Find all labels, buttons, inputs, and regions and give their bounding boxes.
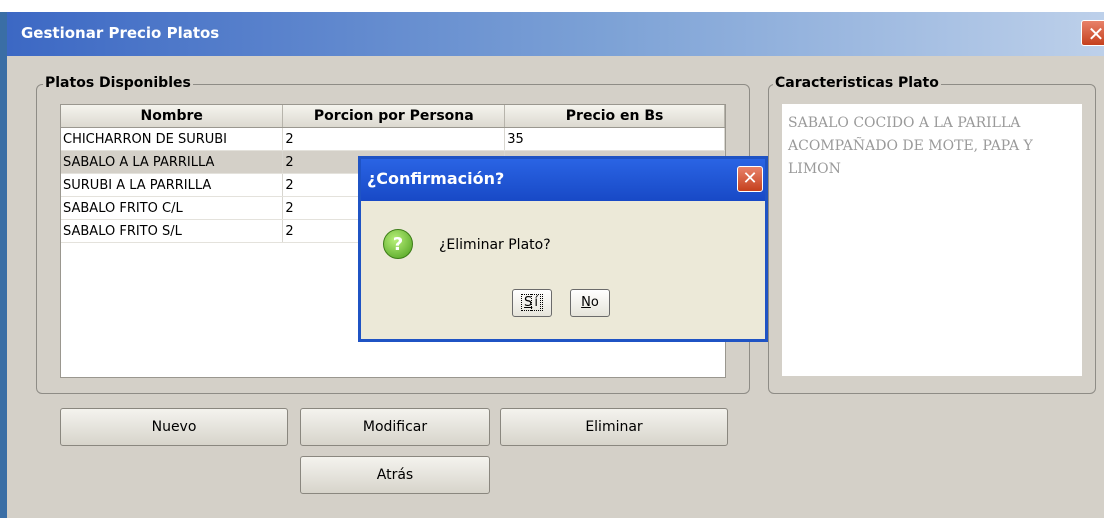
cell-nombre: SURUBI A LA PARRILLA (61, 173, 284, 197)
title-bar: Gestionar Precio Platos ✕ (7, 12, 1104, 56)
caracteristicas-textarea[interactable]: SABALO COCIDO A LA PARILLA ACOMPAÑADO DE… (782, 104, 1082, 376)
no-button[interactable]: No (570, 289, 610, 317)
cell-porcion: 2 (282, 127, 506, 151)
column-header-porcion[interactable]: Porcion por Persona (282, 105, 506, 128)
close-icon: ✕ (742, 168, 758, 189)
atras-button[interactable]: Atrás (300, 456, 490, 494)
table-row[interactable]: CHICHARRON DE SURUBI 2 35 (61, 127, 725, 151)
cell-nombre: SABALO A LA PARRILLA (61, 150, 284, 174)
platos-disponibles-legend: Platos Disponibles (43, 75, 193, 91)
dialog-message: ¿Eliminar Plato? (439, 237, 551, 253)
yes-label-rest: í (531, 294, 541, 311)
window-close-button[interactable]: ✕ (1081, 20, 1104, 46)
cell-nombre: SABALO FRITO S/L (61, 219, 284, 243)
yes-label: Sí (521, 294, 543, 311)
column-header-nombre[interactable]: Nombre (61, 105, 284, 128)
cell-nombre: CHICHARRON DE SURUBI (61, 127, 284, 151)
confirm-dialog: ¿Confirmación? ✕ ? ¿Eliminar Plato? Sí N… (358, 156, 768, 342)
modificar-button[interactable]: Modificar (300, 408, 490, 446)
dialog-title-bar: ¿Confirmación? ✕ (361, 159, 765, 201)
window-title: Gestionar Precio Platos (21, 24, 220, 42)
close-icon: ✕ (1087, 22, 1104, 46)
eliminar-button[interactable]: Eliminar (500, 408, 728, 446)
question-icon: ? (383, 229, 413, 259)
no-label-rest: o (590, 295, 599, 310)
caracteristicas-legend: Caracteristicas Plato (773, 75, 941, 91)
window-left-edge (0, 12, 7, 518)
cell-precio: 35 (504, 127, 725, 151)
cell-nombre: SABALO FRITO C/L (61, 196, 284, 220)
column-header-precio[interactable]: Precio en Bs (504, 105, 725, 128)
no-label: No (581, 295, 599, 310)
nuevo-button[interactable]: Nuevo (60, 408, 288, 446)
dialog-close-button[interactable]: ✕ (737, 166, 763, 192)
yes-button[interactable]: Sí (512, 289, 552, 317)
dialog-title: ¿Confirmación? (367, 169, 505, 188)
no-mnemonic: N (581, 295, 591, 310)
